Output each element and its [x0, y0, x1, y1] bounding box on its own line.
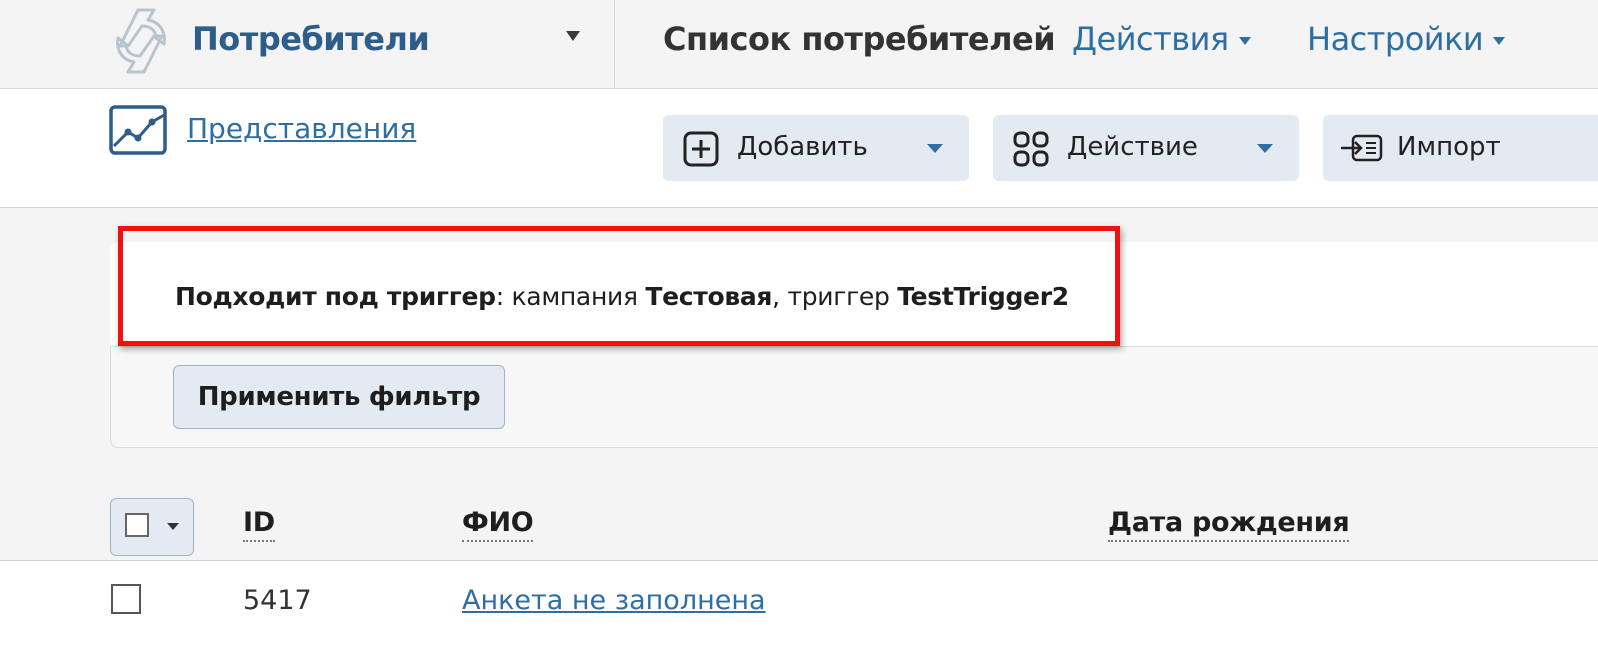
cell-id: 5417: [243, 585, 312, 616]
table-body: [0, 561, 1598, 649]
column-header-birth-date[interactable]: Дата рождения: [1108, 506, 1350, 542]
page-title: Список потребителей: [663, 20, 1056, 58]
select-all-dropdown[interactable]: [110, 498, 194, 556]
action-button-label: Действие: [1067, 132, 1198, 162]
settings-menu[interactable]: Настройки: [1307, 20, 1506, 58]
plus-square-icon: [683, 131, 719, 167]
header-divider: [614, 0, 615, 88]
section-switch-chevron-down-icon[interactable]: [566, 31, 580, 41]
table-header: [0, 490, 1598, 561]
actions-menu[interactable]: Действия: [1072, 20, 1251, 58]
chevron-down-icon: [1493, 37, 1506, 45]
chevron-down-icon: [1257, 144, 1273, 153]
views-link[interactable]: Представления: [187, 112, 416, 145]
section-title[interactable]: Потребители: [192, 20, 430, 58]
column-header-id[interactable]: ID: [243, 506, 275, 542]
views-chart-icon[interactable]: [108, 104, 172, 158]
import-button-label: Импорт: [1397, 132, 1501, 162]
app-logo-icon[interactable]: [108, 4, 174, 78]
chevron-down-icon: [927, 144, 943, 153]
add-button-label: Добавить: [737, 132, 868, 162]
select-all-checkbox[interactable]: [125, 513, 149, 537]
chevron-down-icon: [1238, 37, 1251, 45]
settings-menu-label: Настройки: [1307, 20, 1484, 58]
row-checkbox[interactable]: [111, 584, 141, 614]
column-header-name[interactable]: ФИО: [462, 506, 534, 542]
grid-icon: [1013, 131, 1049, 167]
annotation-highlight-box: [118, 226, 1120, 346]
actions-menu-label: Действия: [1072, 20, 1229, 58]
import-button[interactable]: Импорт: [1323, 115, 1598, 181]
apply-filter-button[interactable]: Применить фильтр: [173, 365, 505, 429]
action-button[interactable]: Действие: [993, 115, 1299, 181]
cell-name-link[interactable]: Анкета не заполнена: [462, 585, 766, 616]
add-button[interactable]: Добавить: [663, 115, 969, 181]
import-icon: [1341, 134, 1383, 162]
chevron-down-icon: [167, 523, 179, 530]
